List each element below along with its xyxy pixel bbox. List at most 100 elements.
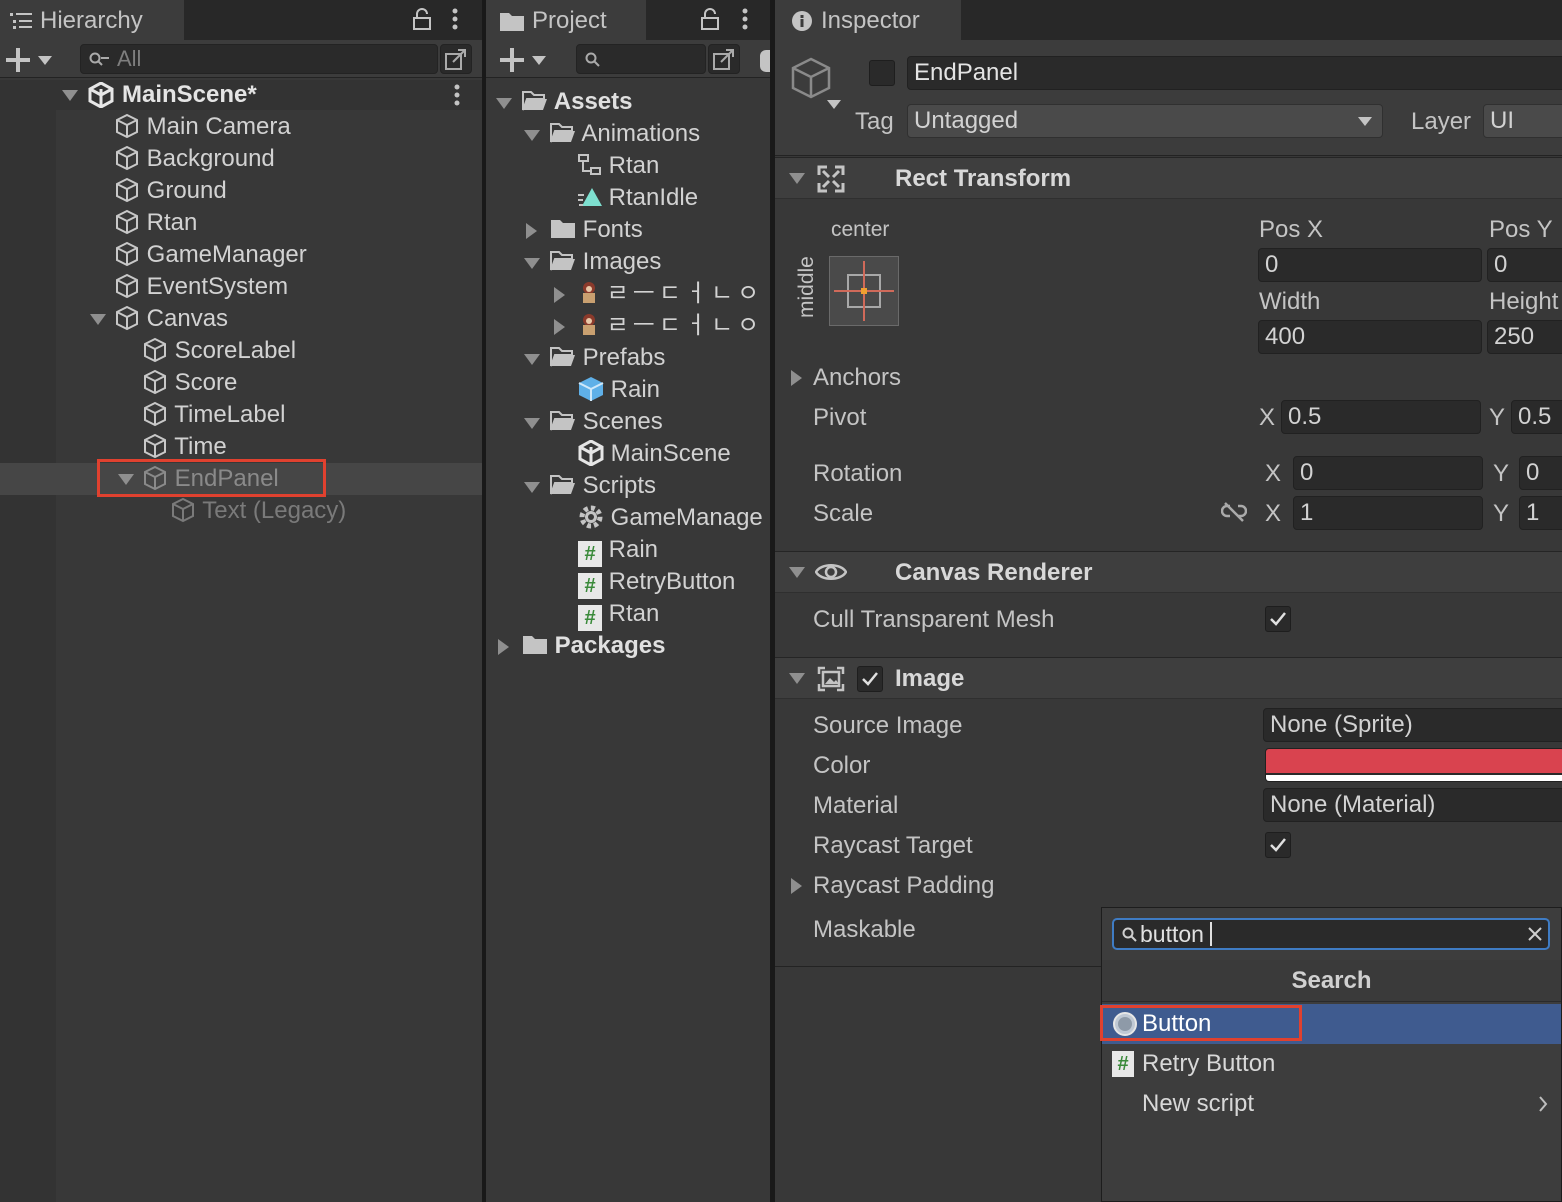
component-search-input[interactable]: button xyxy=(1112,918,1550,950)
open-window-button[interactable] xyxy=(440,44,472,74)
height-input[interactable]: 250 xyxy=(1487,320,1562,354)
collapse-arrow-icon[interactable] xyxy=(554,319,565,335)
project-item[interactable]: Fonts xyxy=(550,214,643,246)
hierarchy-item[interactable]: Background xyxy=(114,143,275,175)
project-item[interactable]: # RetryButton xyxy=(578,566,735,599)
project-item-assets[interactable]: Assets xyxy=(522,86,633,118)
dropdown-arrow-icon[interactable] xyxy=(827,100,841,109)
rotation-x-input[interactable]: 0 xyxy=(1293,456,1483,490)
hierarchy-item[interactable]: GameManager xyxy=(114,239,307,271)
expand-arrow-icon[interactable] xyxy=(524,354,540,365)
cull-transparent-mesh-checkbox[interactable] xyxy=(1265,606,1291,632)
color-swatch[interactable] xyxy=(1265,748,1562,782)
collapse-arrow-icon[interactable] xyxy=(498,639,509,655)
rect-transform-header[interactable]: Rect Transform xyxy=(775,157,1562,199)
project-item[interactable]: # Rain xyxy=(578,534,658,567)
lock-icon[interactable] xyxy=(412,8,432,30)
project-search-input[interactable] xyxy=(576,44,706,74)
close-icon[interactable] xyxy=(1528,927,1542,941)
constrain-proportions-icon[interactable] xyxy=(1221,502,1247,522)
tab-project[interactable]: Project xyxy=(486,0,646,40)
expand-arrow-icon[interactable] xyxy=(62,90,78,101)
collapse-arrow-icon[interactable] xyxy=(791,370,802,386)
scale-x-input[interactable]: 1 xyxy=(1293,496,1483,530)
collapse-arrow-icon[interactable] xyxy=(791,878,802,894)
hierarchy-item[interactable]: Ground xyxy=(114,175,227,207)
project-item[interactable]: GameManage xyxy=(578,502,763,534)
hierarchy-item[interactable]: Canvas xyxy=(114,303,228,335)
image-component-header[interactable]: Image xyxy=(775,657,1562,699)
hierarchy-item[interactable]: Score xyxy=(142,367,237,399)
result-item-new-script[interactable]: New script xyxy=(1102,1084,1561,1124)
lock-icon[interactable] xyxy=(700,8,720,30)
expand-arrow-icon[interactable] xyxy=(524,130,540,141)
pivot-x-input[interactable]: 0.5 xyxy=(1281,400,1481,434)
pivot-y-input[interactable]: 0.5 xyxy=(1511,400,1562,434)
pos-y-input[interactable]: 0 xyxy=(1487,248,1562,282)
project-item[interactable]: MainScene xyxy=(578,438,731,470)
object-name-input[interactable]: EndPanel xyxy=(907,56,1562,90)
canvas-renderer-header[interactable]: Canvas Renderer xyxy=(775,551,1562,593)
expand-arrow-icon[interactable] xyxy=(496,98,512,109)
open-window-button[interactable] xyxy=(708,44,740,74)
expand-arrow-icon[interactable] xyxy=(524,258,540,269)
anchor-preset-button[interactable] xyxy=(829,256,899,326)
project-item[interactable]: Rtan xyxy=(578,150,659,182)
project-item-packages[interactable]: Packages xyxy=(522,630,665,662)
active-checkbox[interactable] xyxy=(869,60,895,86)
color-swatch-fill xyxy=(1266,749,1562,773)
kebab-menu-icon[interactable] xyxy=(452,84,462,108)
collapse-arrow-icon[interactable] xyxy=(526,223,537,239)
scene-name: MainScene* xyxy=(122,81,257,108)
project-item[interactable]: Prefabs xyxy=(550,342,665,374)
dropdown-arrow-icon[interactable] xyxy=(532,56,546,65)
add-icon[interactable] xyxy=(6,48,30,72)
scale-y-input[interactable]: 1 xyxy=(1519,496,1562,530)
kebab-menu-icon[interactable] xyxy=(450,8,460,32)
tag-dropdown[interactable]: Untagged xyxy=(907,104,1383,138)
project-item[interactable]: Scenes xyxy=(550,406,663,438)
project-item[interactable]: ㄹㅡㄷㅓㄴㅇㅣ xyxy=(578,310,770,342)
width-input[interactable]: 400 xyxy=(1258,320,1482,354)
hierarchy-item[interactable]: Text (Legacy) xyxy=(170,495,346,527)
hierarchy-item[interactable]: ScoreLabel xyxy=(142,335,296,367)
expand-arrow-icon[interactable] xyxy=(90,314,106,325)
image-enabled-checkbox[interactable] xyxy=(857,666,883,692)
project-item[interactable]: Images xyxy=(550,246,661,278)
pos-x-input[interactable]: 0 xyxy=(1258,248,1482,282)
expand-arrow-icon[interactable] xyxy=(789,567,805,578)
raycast-padding-label[interactable]: Raycast Padding xyxy=(813,872,994,900)
hierarchy-item[interactable]: TimeLabel xyxy=(142,399,285,431)
hierarchy-item[interactable]: EventSystem xyxy=(114,271,288,303)
project-item[interactable]: # Rtan xyxy=(578,598,659,631)
project-item[interactable]: Rain xyxy=(578,374,660,406)
hierarchy-item[interactable]: Rtan xyxy=(114,207,197,239)
dropdown-arrow-icon[interactable] xyxy=(38,56,52,65)
raycast-target-checkbox[interactable] xyxy=(1265,832,1291,858)
info-icon xyxy=(792,11,812,31)
scene-header-row[interactable]: MainScene* xyxy=(0,80,482,110)
hierarchy-search-input[interactable]: All xyxy=(80,44,438,74)
kebab-menu-icon[interactable] xyxy=(740,8,750,32)
gameobject-cube-icon[interactable] xyxy=(789,56,833,100)
expand-arrow-icon[interactable] xyxy=(524,418,540,429)
source-image-field[interactable]: None (Sprite) xyxy=(1263,708,1562,742)
project-item[interactable]: ㄹㅡㄷㅓㄴㅇㅣ xyxy=(578,278,770,310)
layer-dropdown[interactable]: UI xyxy=(1483,104,1562,138)
project-item[interactable]: Animations xyxy=(550,118,700,150)
tab-inspector[interactable]: Inspector xyxy=(775,0,961,40)
add-icon[interactable] xyxy=(500,48,524,72)
hierarchy-item[interactable]: Main Camera xyxy=(114,111,291,143)
project-item[interactable]: RtanIdle xyxy=(578,182,698,214)
expand-arrow-icon[interactable] xyxy=(524,482,540,493)
tab-hierarchy[interactable]: Hierarchy xyxy=(0,0,184,40)
rotation-y-input[interactable]: 0 xyxy=(1519,456,1562,490)
project-item[interactable]: Scripts xyxy=(550,470,656,502)
material-field[interactable]: None (Material) xyxy=(1263,788,1562,822)
anchors-label[interactable]: Anchors xyxy=(813,364,901,392)
toolbar-overflow-icon[interactable] xyxy=(760,50,770,72)
result-item-retry-button[interactable]: # Retry Button xyxy=(1102,1044,1561,1084)
collapse-arrow-icon[interactable] xyxy=(554,287,565,303)
expand-arrow-icon[interactable] xyxy=(789,673,805,684)
expand-arrow-icon[interactable] xyxy=(789,173,805,184)
